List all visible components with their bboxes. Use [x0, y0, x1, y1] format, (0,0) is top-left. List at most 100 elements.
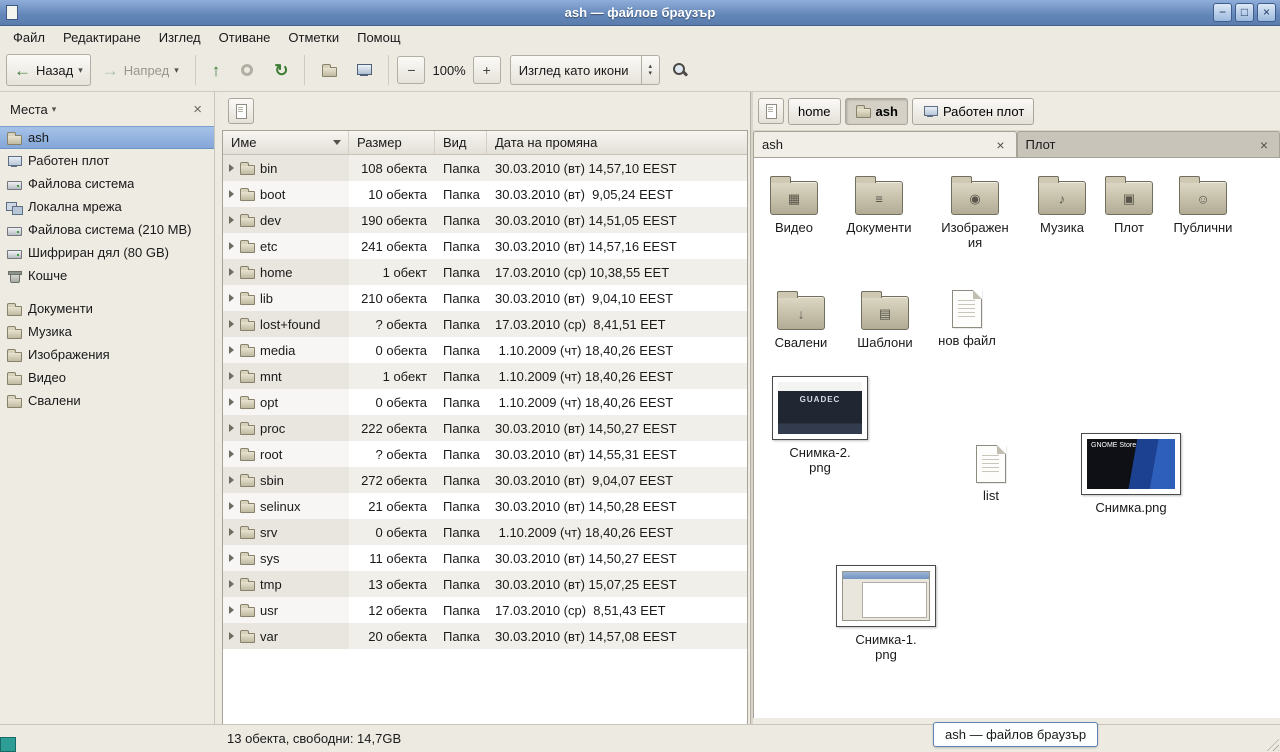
table-row[interactable]: root ? обекта Папка 30.03.2010 (вт) 14,5… — [223, 441, 747, 467]
table-row[interactable]: lib 210 обекта Папка 30.03.2010 (вт) 9,0… — [223, 285, 747, 311]
reload-button[interactable]: ↻ — [266, 54, 296, 86]
menu-item[interactable]: Изглед — [150, 27, 210, 48]
view-mode-select[interactable]: Изглед като икони ▴▾ — [510, 55, 660, 85]
expander-icon[interactable] — [229, 216, 234, 224]
icon-view-item[interactable]: ☺ Публични — [1163, 173, 1243, 235]
table-row[interactable]: bin 108 обекта Папка 30.03.2010 (вт) 14,… — [223, 155, 747, 181]
expander-icon[interactable] — [229, 606, 234, 614]
expander-icon[interactable] — [229, 164, 234, 172]
expander-icon[interactable] — [229, 528, 234, 536]
column-header-type[interactable]: Вид — [435, 131, 487, 154]
table-row[interactable]: boot 10 обекта Папка 30.03.2010 (вт) 9,0… — [223, 181, 747, 207]
expander-icon[interactable] — [229, 190, 234, 198]
icon-view-item[interactable]: ↓ Свалени — [761, 288, 841, 350]
column-header-size[interactable]: Размер — [349, 131, 435, 154]
expander-icon[interactable] — [229, 372, 234, 380]
table-row[interactable]: etc 241 обекта Папка 30.03.2010 (вт) 14,… — [223, 233, 747, 259]
column-header-name[interactable]: Име — [223, 131, 349, 154]
expander-icon[interactable] — [229, 580, 234, 588]
expander-icon[interactable] — [229, 450, 234, 458]
column-header-date[interactable]: Дата на промяна — [487, 131, 747, 154]
expander-icon[interactable] — [229, 294, 234, 302]
icon-view[interactable]: ▦ Видео ≡ Документи ◉ Изображен ия ♪ Муз… — [753, 158, 1280, 718]
minimize-button[interactable]: − — [1213, 3, 1232, 22]
back-history-chevron-icon[interactable]: ▾ — [78, 65, 83, 76]
tab-close-icon[interactable]: × — [993, 137, 1007, 153]
sidebar-place-item[interactable]: Свалени — [0, 389, 214, 412]
expander-icon[interactable] — [229, 320, 234, 328]
search-button[interactable] — [663, 54, 697, 86]
sidebar-close-icon[interactable]: × — [189, 101, 206, 118]
up-button[interactable]: ↑ — [204, 54, 229, 86]
sidebar-place-item[interactable]: Шифриран дял (80 GB) — [0, 241, 214, 264]
table-row[interactable]: sys 11 обекта Папка 30.03.2010 (вт) 14,5… — [223, 545, 747, 571]
tab[interactable]: Плот × — [1017, 131, 1280, 157]
sidebar-place-item[interactable]: Изображения — [0, 343, 214, 366]
location-bar-toggle-button[interactable] — [228, 98, 254, 124]
table-row[interactable]: var 20 обекта Папка 30.03.2010 (вт) 14,5… — [223, 623, 747, 649]
breadcrumb-button[interactable]: home — [788, 98, 841, 125]
tab[interactable]: ash × — [753, 131, 1017, 157]
table-row[interactable]: selinux 21 обекта Папка 30.03.2010 (вт) … — [223, 493, 747, 519]
expander-icon[interactable] — [229, 346, 234, 354]
resize-grip[interactable] — [1265, 737, 1279, 751]
sidebar-place-item[interactable]: Работен плот — [0, 149, 214, 172]
expander-icon[interactable] — [229, 424, 234, 432]
menu-item[interactable]: Редактиране — [54, 27, 150, 48]
location-bar-toggle-button[interactable] — [758, 98, 784, 124]
expander-icon[interactable] — [229, 476, 234, 484]
computer-button[interactable] — [348, 54, 380, 86]
sidebar-place-item[interactable]: Файлова система (210 MB) — [0, 218, 214, 241]
table-row[interactable]: lost+found ? обекта Папка 17.03.2010 (ср… — [223, 311, 747, 337]
stop-button[interactable] — [231, 54, 263, 86]
icon-view-item[interactable]: ◉ Изображен ия — [935, 173, 1015, 250]
icon-view-item[interactable]: list — [951, 445, 1031, 503]
expander-icon[interactable] — [229, 502, 234, 510]
expander-icon[interactable] — [229, 398, 234, 406]
menu-item[interactable]: Помощ — [348, 27, 409, 48]
expander-icon[interactable] — [229, 268, 234, 276]
breadcrumb-button[interactable]: ash — [845, 98, 908, 125]
table-row[interactable]: usr 12 обекта Папка 17.03.2010 (ср) 8,51… — [223, 597, 747, 623]
icon-view-item[interactable]: GUADEC Снимка-2. png — [768, 376, 872, 475]
table-row[interactable]: home 1 обект Папка 17.03.2010 (ср) 10,38… — [223, 259, 747, 285]
maximize-button[interactable]: □ — [1235, 3, 1254, 22]
icon-view-item[interactable]: ▣ Плот — [1089, 173, 1169, 235]
zoom-out-button[interactable]: − — [397, 56, 425, 84]
table-row[interactable]: opt 0 обекта Папка 1.10.2009 (чт) 18,40,… — [223, 389, 747, 415]
table-row[interactable]: tmp 13 обекта Папка 30.03.2010 (вт) 15,0… — [223, 571, 747, 597]
close-button[interactable]: × — [1257, 3, 1276, 22]
sidebar-place-item[interactable]: Файлова система — [0, 172, 214, 195]
table-row[interactable]: media 0 обекта Папка 1.10.2009 (чт) 18,4… — [223, 337, 747, 363]
icon-view-item[interactable]: нов файл — [927, 290, 1007, 348]
icon-view-item[interactable]: Снимка-1. png — [834, 565, 938, 662]
sidebar-place-item[interactable]: Документи — [0, 297, 214, 320]
table-row[interactable]: srv 0 обекта Папка 1.10.2009 (чт) 18,40,… — [223, 519, 747, 545]
tab-close-icon[interactable]: × — [1257, 137, 1271, 153]
icon-view-item[interactable]: ▤ Шаблони — [845, 288, 925, 350]
spinner-arrows-icon[interactable]: ▴▾ — [641, 56, 659, 84]
expander-icon[interactable] — [229, 554, 234, 562]
sidebar-place-item[interactable]: ash — [0, 126, 214, 149]
table-row[interactable]: sbin 272 обекта Папка 30.03.2010 (вт) 9,… — [223, 467, 747, 493]
sidebar-place-item[interactable]: Кошче — [0, 264, 214, 287]
icon-view-item[interactable]: ≡ Документи — [839, 173, 919, 235]
icon-view-item[interactable]: GNOME Store Снимка.png — [1079, 433, 1183, 515]
zoom-in-button[interactable]: + — [473, 56, 501, 84]
forward-button[interactable]: → Напред ▾ — [94, 54, 187, 86]
menu-item[interactable]: Отиване — [210, 27, 280, 48]
home-button[interactable] — [313, 54, 345, 86]
back-button[interactable]: ← Назад ▾ — [6, 54, 91, 86]
table-row[interactable]: proc 222 обекта Папка 30.03.2010 (вт) 14… — [223, 415, 747, 441]
menu-item[interactable]: Отметки — [279, 27, 348, 48]
sidebar-place-item[interactable]: Видео — [0, 366, 214, 389]
expander-icon[interactable] — [229, 242, 234, 250]
breadcrumb-button[interactable]: Работен плот — [912, 98, 1034, 125]
icon-view-item[interactable]: ▦ Видео — [754, 173, 834, 235]
sidebar-place-item[interactable]: Музика — [0, 320, 214, 343]
sidebar-place-item[interactable]: Локална мрежа — [0, 195, 214, 218]
expander-icon[interactable] — [229, 632, 234, 640]
sidebar-selector-chevron-icon[interactable]: ▾ — [52, 104, 57, 115]
table-row[interactable]: mnt 1 обект Папка 1.10.2009 (чт) 18,40,2… — [223, 363, 747, 389]
menu-item[interactable]: Файл — [4, 27, 54, 48]
